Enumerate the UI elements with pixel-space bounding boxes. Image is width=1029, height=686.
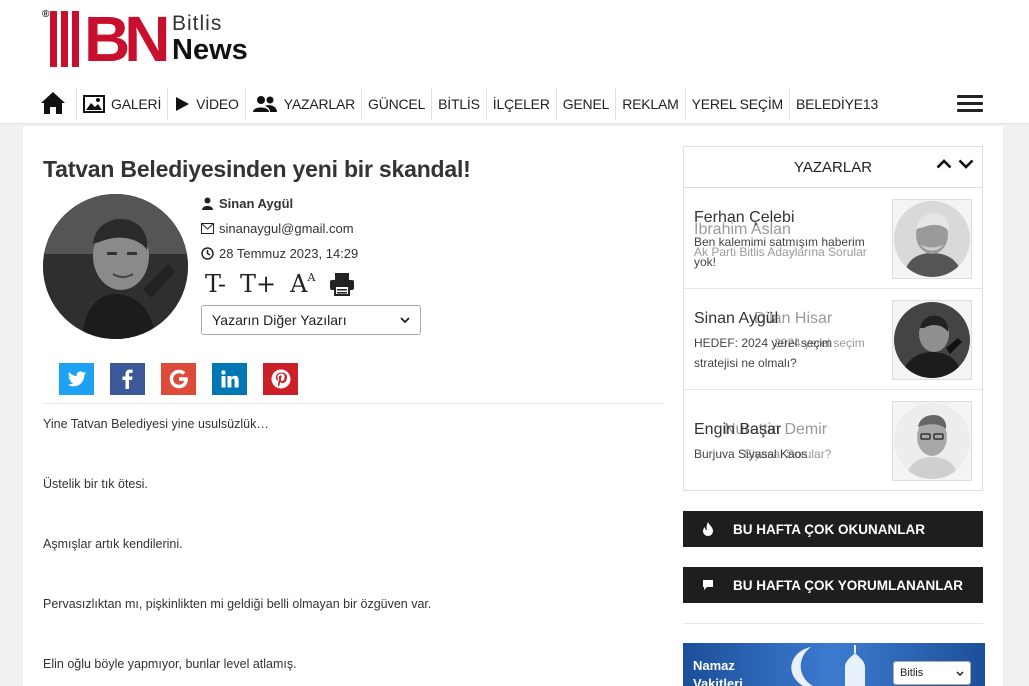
author-email[interactable]: sinanaygul@gmail.com [201, 221, 354, 236]
author-avatar [43, 194, 188, 339]
nav-item-ilceler[interactable]: İLÇELER [487, 88, 557, 120]
writer-post-title: Ben kalemimi satmışım haberim [694, 235, 865, 249]
article-paragraph: Üstelik bir tık ötesi. [43, 477, 148, 491]
article-date: 28 Temmuz 2023, 14:29 [201, 246, 358, 261]
article-title: Tatvan Belediyesinden yeni bir skandal! [43, 156, 471, 182]
twitter-icon [67, 370, 86, 386]
pinterest-icon [271, 369, 290, 389]
main-nav: GALERİ VİDEO YAZARLAR GÜNCEL BİTLİS İLÇE… [36, 88, 884, 120]
nav-item-genel[interactable]: GENEL [557, 88, 617, 120]
prayer-times-title: Namaz Vakitleri [693, 658, 743, 686]
twitter-share-button[interactable] [59, 363, 94, 395]
nav-label: BELEDİYE13 [796, 96, 879, 112]
image-icon [83, 95, 105, 113]
nav-label: YEREL SEÇİM [691, 96, 784, 112]
other-posts-select[interactable]: Yazarın Diğer Yazıları [201, 305, 421, 335]
writer-item[interactable]: Dilan Hisar 2024 yerel seçim Sinan Aygül… [684, 290, 982, 390]
chevron-up-icon[interactable] [936, 159, 952, 169]
writer-avatar [892, 199, 972, 279]
font-size-button[interactable]: AA [290, 272, 315, 297]
envelope-icon [201, 223, 214, 234]
nav-item-yazarlar[interactable]: YAZARLAR [246, 88, 363, 120]
writer-name: Sinan Aygül [694, 310, 779, 327]
writer-avatar [892, 300, 972, 380]
writers-widget-controls [930, 159, 974, 169]
decrease-font-button[interactable]: T- [205, 272, 226, 296]
article-paragraph: Aşmışlar artık kendilerini. [43, 537, 183, 551]
sidebar-divider [683, 623, 983, 624]
increase-font-button[interactable]: T+ [240, 272, 276, 296]
nav-label: REKLAM [622, 96, 679, 112]
nav-item-video[interactable]: VİDEO [168, 88, 246, 120]
site-logo[interactable]: ® BN Bitlis News [42, 3, 272, 75]
most-read-tab[interactable]: BU HAFTA ÇOK OKUNANLAR [683, 511, 983, 547]
writer-name: Ferhan Çelebi [694, 209, 795, 226]
nav-item-bitlis[interactable]: BİTLİS [432, 88, 487, 120]
facebook-share-button[interactable] [110, 363, 145, 395]
nav-label: YAZARLAR [283, 96, 356, 112]
clock-icon [201, 247, 214, 260]
google-icon [169, 369, 188, 389]
text-tools: T- T+ AA [205, 272, 369, 296]
article-paragraph: Elin oğlu böyle yapmıyor, bunlar level a… [43, 657, 297, 671]
most-commented-tab[interactable]: BU HAFTA ÇOK YORUMLANANLAR [683, 567, 983, 603]
sidebar: YAZARLAR İbrahim Aslan Ak Parti Bitlis A… [667, 126, 1003, 686]
writer-post-title: Burjuva Siyasal Kaos [694, 447, 808, 461]
author-name[interactable]: Sinan Aygül [201, 196, 293, 211]
nav-item-reklam[interactable]: REKLAM [616, 88, 686, 120]
pinterest-share-button[interactable] [263, 363, 298, 395]
article-container: Tatvan Belediyesinden yeni bir skandal! … [23, 126, 667, 686]
chevron-down-icon [400, 317, 410, 323]
writer-post-title: HEDEF: 2024 yerel seçim [694, 336, 833, 350]
writer-name: Engin Başar [694, 421, 782, 438]
article-paragraph: Pervasızlıktan mı, pişkinlikten mi geldi… [43, 597, 432, 611]
nav-label: İLÇELER [492, 96, 550, 112]
nav-item-guncel[interactable]: GÜNCEL [362, 88, 433, 120]
nav-label: GALERİ [111, 96, 162, 112]
nav-item-belediye13[interactable]: BELEDİYE13 [790, 88, 884, 120]
users-icon [252, 95, 278, 113]
writers-widget-header: YAZARLAR [684, 147, 982, 188]
writer-avatar [892, 401, 972, 481]
writer-item[interactable]: İbrahim Aslan Ak Parti Bitlis Adaylarına… [684, 189, 982, 289]
writer-item[interactable]: Nurettin Demir Siyasal Sorular? Engin Ba… [684, 391, 982, 491]
nav-label: GÜNCEL [368, 96, 426, 112]
user-icon [202, 197, 213, 210]
logo-letters: BN [84, 3, 170, 75]
logo-line1: Bitlis [172, 12, 223, 35]
logo-line2: News [172, 34, 248, 66]
linkedin-share-button[interactable] [212, 363, 247, 395]
article-paragraph: Yine Tatvan Belediyesi yine usulsüzlük… [43, 417, 269, 431]
menu-icon[interactable] [957, 95, 983, 113]
writer-post-title-cont: yok! [694, 255, 717, 269]
share-buttons [59, 363, 314, 395]
nav-label: GENEL [562, 96, 610, 112]
registered-mark: ® [42, 9, 50, 20]
linkedin-icon [220, 370, 239, 388]
google-share-button[interactable] [161, 363, 196, 395]
writers-widget-title: YAZARLAR [793, 158, 873, 176]
comment-icon [683, 579, 733, 591]
play-icon [174, 96, 190, 112]
nav-label: VİDEO [196, 96, 239, 112]
print-icon[interactable] [329, 272, 355, 296]
writer-post-title-cont: stratejisi ne olmalı? [694, 356, 797, 370]
article-divider [43, 403, 663, 404]
nav-home[interactable] [36, 88, 77, 120]
prayer-times-widget: Namaz Vakitleri Bitlis [683, 643, 985, 686]
logo-wordmark: Bitlis News [172, 13, 248, 65]
writers-widget: YAZARLAR İbrahim Aslan Ak Parti Bitlis A… [683, 146, 983, 491]
city-select[interactable]: Bitlis [893, 661, 971, 685]
nav-label: BİTLİS [438, 96, 480, 112]
facebook-icon [122, 369, 133, 389]
logo-mark: BN [50, 3, 170, 75]
chevron-down-icon[interactable] [958, 159, 974, 169]
nav-item-galeri[interactable]: GALERİ [77, 88, 169, 120]
chevron-down-icon [956, 670, 964, 676]
fire-icon [683, 522, 733, 536]
home-icon [40, 91, 66, 118]
site-header: ® BN Bitlis News GALERİ VİDEO YAZARLAR G… [0, 0, 1029, 124]
nav-item-yerel-secim[interactable]: YEREL SEÇİM [686, 88, 790, 120]
